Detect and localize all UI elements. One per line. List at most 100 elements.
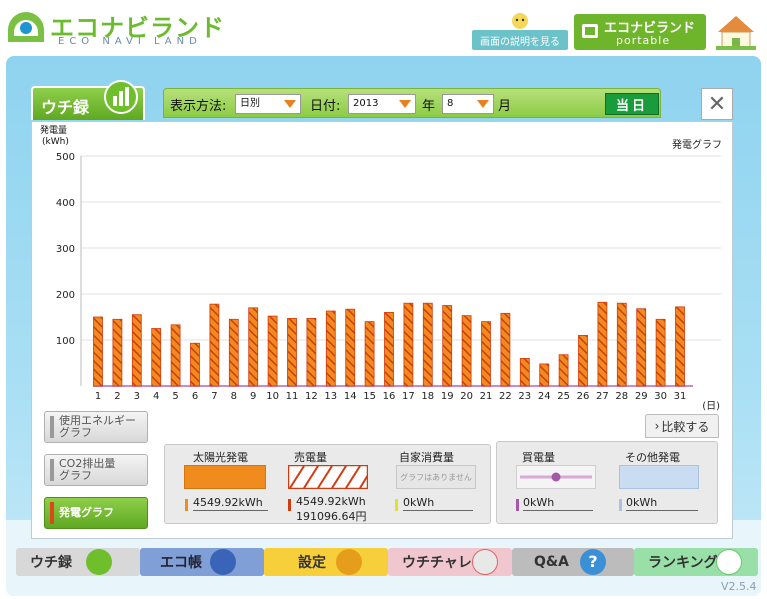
- buy-value: 0kWh: [523, 496, 555, 509]
- help-button[interactable]: 画面の説明を見る: [472, 30, 568, 50]
- other-generation-value: 0kWh: [626, 496, 658, 509]
- phone-icon: [582, 24, 598, 38]
- close-button[interactable]: ✕: [701, 88, 733, 120]
- bar-day-24: [539, 363, 550, 387]
- bar-day-19: [442, 305, 453, 387]
- other-generation-marker: [619, 499, 622, 511]
- bar-chart-icon: [104, 80, 138, 114]
- compare-button[interactable]: › 比較する: [645, 414, 719, 438]
- x-tick-label: 19: [441, 391, 454, 402]
- y-tick-label: 500: [56, 152, 75, 163]
- bar-day-25: [558, 354, 569, 387]
- nav-label: Q&A: [534, 554, 569, 570]
- today-button[interactable]: 当日: [605, 93, 659, 115]
- button-label-line2: グラフ: [59, 469, 92, 482]
- x-tick-label: 26: [577, 391, 590, 402]
- wrench-icon: [336, 549, 362, 575]
- x-tick-label: 15: [363, 391, 376, 402]
- nav-label: ウチチャレ: [402, 555, 472, 571]
- energy-usage-graph-button[interactable]: 使用エネルギー グラフ: [44, 411, 148, 443]
- buy-underline: [523, 510, 593, 511]
- bar-day-7: [209, 303, 220, 387]
- self-consumption-underline: [403, 510, 473, 511]
- x-tick-label: 23: [518, 391, 531, 402]
- bar-day-9: [248, 307, 259, 387]
- x-tick-label: 30: [654, 391, 667, 402]
- x-tick-label: 4: [153, 391, 159, 402]
- crown-icon: [716, 549, 742, 575]
- chevron-down-icon: [399, 100, 411, 108]
- sell-value: 4549.92kWh: [296, 495, 366, 508]
- month-unit: 月: [498, 99, 512, 114]
- logo-mark-icon: [8, 12, 44, 42]
- bar-day-31: [675, 306, 685, 387]
- date-label: 日付:: [310, 99, 341, 114]
- bar-day-27: [597, 301, 608, 387]
- side-marker: [50, 459, 54, 481]
- x-tick-label: 18: [421, 391, 434, 402]
- solar-marker: [185, 499, 188, 511]
- bar-day-4: [151, 328, 162, 387]
- nav-settings[interactable]: 設定: [264, 548, 388, 576]
- x-tick-label: 25: [557, 391, 570, 402]
- x-tick-label: 22: [499, 391, 512, 402]
- month-select[interactable]: 8: [442, 94, 494, 114]
- x-tick-label: 21: [480, 391, 493, 402]
- x-tick-label: 10: [266, 391, 279, 402]
- x-tick-label: 12: [305, 391, 318, 402]
- display-mode-label: 表示方法:: [170, 99, 227, 114]
- bar-chart-icon: [86, 549, 112, 575]
- button-label: 発電グラフ: [59, 506, 114, 519]
- y-tick-label: 200: [56, 290, 75, 301]
- x-tick-label: 14: [344, 391, 357, 402]
- x-axis-unit: (日): [702, 401, 720, 411]
- self-consumption-note: グラフはありません: [396, 465, 476, 489]
- display-mode-select[interactable]: 日別: [235, 94, 301, 114]
- month-value: 8: [447, 98, 454, 109]
- solar-value: 4549.92kWh: [193, 496, 263, 509]
- nav-uchiroku[interactable]: ウチ録: [16, 548, 140, 576]
- mascot-icon: [512, 13, 528, 29]
- year-unit: 年: [422, 99, 436, 114]
- flag-icon: [472, 549, 498, 575]
- x-tick-label: 27: [596, 391, 609, 402]
- question-icon: ?: [580, 549, 606, 575]
- year-select[interactable]: 2013: [348, 94, 416, 114]
- nav-label: エコ帳: [160, 555, 202, 571]
- x-tick-label: 31: [674, 391, 687, 402]
- bar-day-17: [403, 302, 414, 387]
- bar-day-5: [170, 324, 181, 387]
- home-icon[interactable]: [712, 12, 760, 52]
- chevron-right-icon: ›: [654, 419, 660, 433]
- y-axis-unit: (kWh): [42, 137, 69, 147]
- chevron-down-icon: [477, 100, 489, 108]
- self-consumption-title: 自家消費量: [399, 451, 454, 464]
- other-generation-swatch: [619, 465, 699, 489]
- generation-graph-button[interactable]: 発電グラフ: [44, 497, 148, 529]
- bar-day-23: [519, 357, 530, 387]
- tab-uchiroku-label: ウチ録: [41, 98, 90, 117]
- bar-day-30: [655, 318, 666, 387]
- sell-yen: 191096.64円: [296, 510, 367, 523]
- nav-ranking[interactable]: ランキング: [634, 548, 758, 576]
- bar-day-15: [364, 321, 375, 387]
- chart-title: 発電グラフ: [672, 138, 722, 151]
- bar-day-12: [306, 317, 317, 387]
- nav-label: 設定: [298, 555, 326, 571]
- solar-underline: [193, 510, 268, 511]
- nav-qa[interactable]: Q&A ?: [512, 548, 634, 576]
- bar-day-29: [636, 308, 647, 387]
- x-tick-label: 11: [286, 391, 299, 402]
- nav-uchichare[interactable]: ウチチャレ: [388, 548, 512, 576]
- x-tick-label: 9: [250, 391, 256, 402]
- x-tick-label: 29: [635, 391, 648, 402]
- bar-day-28: [616, 302, 627, 387]
- co2-graph-button[interactable]: CO2排出量 グラフ: [44, 454, 148, 486]
- x-tick-label: 13: [324, 391, 337, 402]
- nav-ecocho[interactable]: エコ帳: [140, 548, 264, 576]
- x-tick-label: 3: [134, 391, 140, 402]
- compare-label: 比較する: [661, 419, 710, 434]
- bar-day-18: [422, 302, 433, 387]
- bar-day-20: [461, 315, 472, 387]
- portable-button[interactable]: エコナビランド portable: [574, 14, 706, 50]
